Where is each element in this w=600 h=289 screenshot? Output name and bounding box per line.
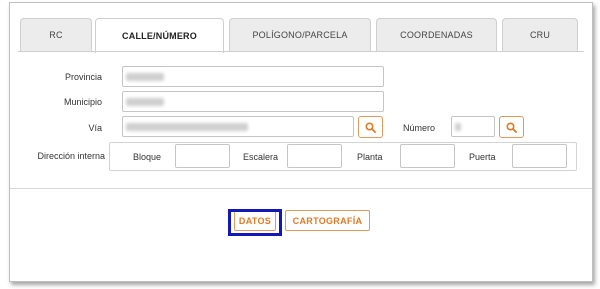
bloque-field[interactable] xyxy=(175,144,230,168)
provincia-value-redacted xyxy=(126,72,164,81)
tab-bar: RC CALLE/NÚMERO POLÍGONO/PARCELA COORDEN… xyxy=(18,18,584,53)
puerta-label: Puerta xyxy=(469,152,496,162)
numero-field[interactable] xyxy=(451,116,495,137)
escalera-field[interactable] xyxy=(287,144,342,168)
direccion-interna-label: Dirección interna xyxy=(37,151,105,161)
via-value-redacted xyxy=(126,122,248,131)
tab-rc[interactable]: RC xyxy=(20,18,92,51)
municipio-field[interactable] xyxy=(122,91,384,112)
puerta-field[interactable] xyxy=(512,144,567,168)
municipio-label: Municipio xyxy=(63,97,102,107)
cartografia-button-label: CARTOGRAFÍA xyxy=(292,215,363,226)
numero-value-redacted xyxy=(455,122,461,131)
search-panel: RC CALLE/NÚMERO POLÍGONO/PARCELA COORDEN… xyxy=(9,2,593,282)
provincia-label: Provincia xyxy=(64,72,102,82)
bloque-label: Bloque xyxy=(133,152,162,162)
tab-coordenadas-label: COORDENADAS xyxy=(400,30,473,40)
tab-calle-numero[interactable]: CALLE/NÚMERO xyxy=(95,18,224,53)
via-search-button[interactable] xyxy=(358,116,383,138)
via-field[interactable] xyxy=(122,116,354,137)
datos-highlight-frame xyxy=(228,209,282,236)
numero-label: Número xyxy=(403,123,436,133)
tab-cru[interactable]: CRU xyxy=(502,18,578,51)
tab-poligono-label: POLÍGONO/PARCELA xyxy=(252,30,348,40)
planta-label: Planta xyxy=(357,152,383,162)
tab-divider xyxy=(18,51,584,52)
tab-cru-label: CRU xyxy=(529,30,551,40)
tab-calle-label: CALLE/NÚMERO xyxy=(122,31,197,41)
search-icon xyxy=(506,121,517,133)
tab-coordenadas[interactable]: COORDENADAS xyxy=(376,18,497,51)
municipio-value-redacted xyxy=(126,97,164,106)
escalera-label: Escalera xyxy=(243,152,279,162)
cartografia-button[interactable]: CARTOGRAFÍA xyxy=(285,210,370,231)
numero-search-button[interactable] xyxy=(499,116,524,138)
tab-poligono-parcela[interactable]: POLÍGONO/PARCELA xyxy=(229,18,371,51)
search-icon xyxy=(365,121,376,133)
tab-rc-label: RC xyxy=(49,30,63,40)
provincia-field[interactable] xyxy=(122,66,384,87)
via-label: Vía xyxy=(88,123,102,133)
planta-field[interactable] xyxy=(400,144,455,168)
section-divider xyxy=(10,188,592,189)
